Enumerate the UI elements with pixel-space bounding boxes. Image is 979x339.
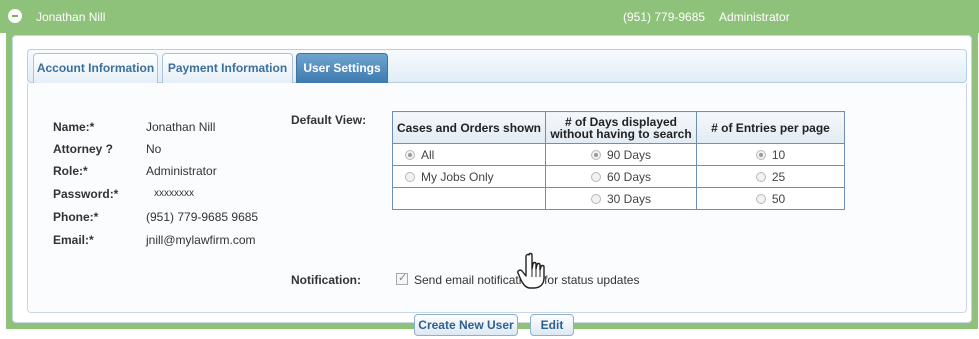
radio-unselected-icon[interactable] [405,171,415,182]
radio-option-25[interactable]: 25 [697,170,844,184]
hand-pointer-icon [517,252,545,289]
radio-option-50[interactable]: 50 [697,192,844,206]
tab-account-information[interactable]: Account Information [33,53,158,83]
table-row: My Jobs Only 60 Days 25 [392,165,845,188]
header-user-role: Administrator [719,10,790,24]
notification-label: Notification: [291,273,361,287]
email-label: Email:* [53,233,94,247]
column-header-cases: Cases and Orders shown [392,111,546,144]
radio-option-my-jobs-only[interactable]: My Jobs Only [393,170,545,184]
radio-option-90-days[interactable]: 90 Days [546,148,696,162]
password-value: xxxxxxxx [154,188,194,199]
radio-unselected-icon[interactable] [590,171,601,182]
column-header-entries: # of Entries per page [696,111,845,144]
default-view-table: Cases and Orders shown # of Days display… [392,111,845,210]
notification-checkbox[interactable] [396,271,408,285]
name-value: Jonathan Nill [146,120,216,134]
radio-option-60-days[interactable]: 60 Days [546,170,696,184]
radio-option-10[interactable]: 10 [697,148,844,162]
radio-selected-icon[interactable] [755,149,766,160]
password-label: Password:* [53,187,119,201]
tab-payment-information[interactable]: Payment Information [162,53,293,83]
radio-option-30-days[interactable]: 30 Days [546,192,696,206]
header-user-name: Jonathan Nill [36,10,106,24]
radio-selected-icon[interactable] [590,149,601,160]
create-new-user-button[interactable]: Create New User [414,314,518,336]
attorney-value: No [146,142,162,156]
user-panel-inner: Account Information Payment Information … [12,35,972,336]
phone-label: Phone:* [53,210,99,224]
tab-user-settings[interactable]: User Settings [296,53,388,83]
name-label: Name:* [53,120,95,134]
collapse-icon[interactable] [8,9,22,23]
phone-value: (951) 779-9685 9685 [146,210,259,224]
edit-button[interactable]: Edit [530,314,574,336]
user-header-bar: Jonathan Nill (951) 779-9685 Administrat… [0,0,979,33]
role-label: Role:* [53,164,88,178]
table-row: 30 Days 50 [392,187,845,210]
radio-unselected-icon[interactable] [755,171,766,182]
radio-selected-icon[interactable] [405,149,415,160]
tab-strip: Account Information Payment Information … [27,49,967,83]
attorney-label: Attorney ? [53,142,113,156]
radio-unselected-icon[interactable] [590,193,601,204]
user-settings-content: Name:* Jonathan Nill Attorney ? No Role:… [27,83,967,336]
table-row: All 90 Days 10 [392,143,845,166]
role-value: Administrator [146,164,217,178]
column-header-days: # of Days displayed without having to se… [545,111,697,144]
radio-option-all[interactable]: All [393,148,545,162]
email-value: jnill@mylawfirm.com [146,233,256,247]
header-user-phone: (951) 779-9685 [623,10,706,24]
user-panel: Account Information Payment Information … [6,33,978,336]
default-view-label: Default View: [291,113,367,127]
radio-unselected-icon[interactable] [755,193,766,204]
